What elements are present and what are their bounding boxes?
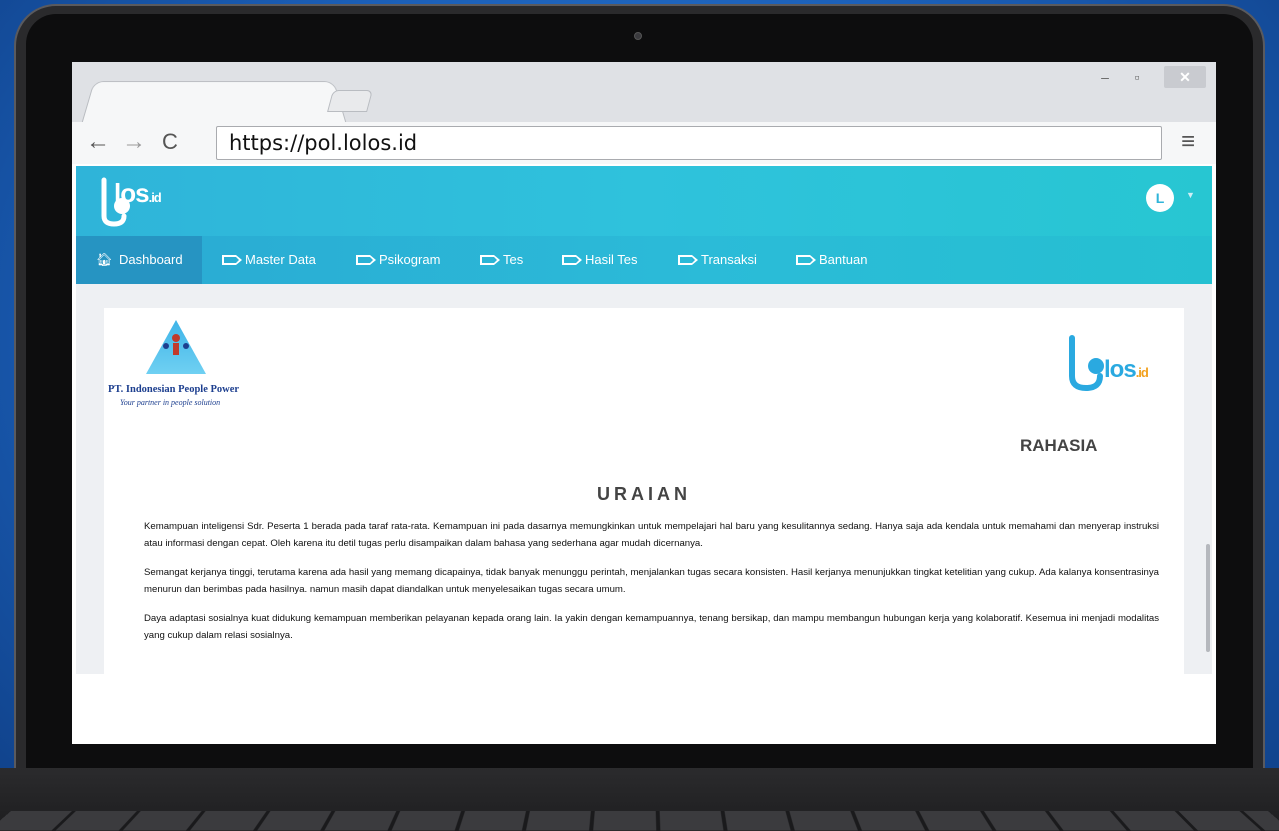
browser-tab[interactable] bbox=[81, 81, 347, 123]
address-bar[interactable]: https://pol.lolos.id bbox=[216, 126, 1162, 160]
close-button[interactable]: ✕ bbox=[1164, 66, 1206, 88]
app-header: los.id L ▼ bbox=[76, 166, 1212, 236]
minimize-button[interactable]: – bbox=[1092, 66, 1118, 88]
section-title: URAIAN bbox=[597, 484, 691, 504]
keyboard-row bbox=[0, 810, 1279, 831]
lolos-brand-mark-icon bbox=[1069, 335, 1104, 392]
main-nav: 🏠︎ Dashboard Master Data Psikogram Tes Ha… bbox=[76, 236, 1212, 284]
browser-window: – ▫ ✕ ← → C https://pol.lolos.id ≡ los.i… bbox=[72, 62, 1216, 744]
tag-icon bbox=[356, 255, 376, 265]
report-paragraph: Daya adaptasi sosialnya kuat didukung ke… bbox=[144, 613, 1159, 641]
tag-icon bbox=[222, 255, 242, 265]
nav-item-transaksi[interactable]: Transaksi bbox=[658, 236, 757, 284]
home-icon: 🏠︎ bbox=[96, 252, 113, 267]
scrollbar[interactable] bbox=[1206, 544, 1210, 652]
back-arrow-icon[interactable]: ← bbox=[84, 128, 112, 158]
company-tagline: Your partner in people solution bbox=[120, 398, 221, 407]
tag-icon bbox=[796, 255, 816, 265]
nav-item-dashboard[interactable]: 🏠︎ Dashboard bbox=[76, 236, 202, 284]
company-logo: PT. Indonesian People Power Your partner… bbox=[104, 316, 264, 407]
ipp-triangle-icon bbox=[146, 320, 206, 374]
maximize-button[interactable]: ▫ bbox=[1124, 66, 1150, 88]
tag-icon bbox=[480, 255, 500, 265]
tab-strip: – ▫ ✕ bbox=[72, 62, 1216, 123]
nav-item-tes[interactable]: Tes bbox=[460, 236, 523, 284]
report-paragraph: Semangat kerjanya tinggi, terutama karen… bbox=[144, 567, 1159, 595]
confidential-label: RAHASIA bbox=[1020, 436, 1098, 455]
nav-item-hasil-tes[interactable]: Hasil Tes bbox=[542, 236, 638, 284]
logo-text: los.id bbox=[114, 178, 162, 208]
user-avatar[interactable]: L bbox=[1146, 184, 1174, 212]
chevron-down-icon[interactable]: ▼ bbox=[1186, 190, 1195, 200]
nav-item-master-data[interactable]: Master Data bbox=[202, 236, 316, 284]
new-tab-button[interactable] bbox=[327, 90, 373, 112]
nav-item-bantuan[interactable]: Bantuan bbox=[776, 236, 867, 284]
tag-icon bbox=[562, 255, 582, 265]
company-name: PT. Indonesian People Power bbox=[108, 384, 240, 395]
report-document: PT. Indonesian People Power Your partner… bbox=[104, 308, 1184, 674]
report-paragraph: Kemampuan inteligensi Sdr. Peserta 1 ber… bbox=[144, 521, 1159, 549]
forward-arrow-icon[interactable]: → bbox=[120, 128, 148, 158]
tag-icon bbox=[678, 255, 698, 265]
reload-icon[interactable]: C bbox=[156, 128, 184, 158]
webcam-icon bbox=[634, 32, 642, 40]
menu-icon[interactable]: ≡ bbox=[1174, 128, 1202, 156]
brand-logo-text: los.id bbox=[1104, 356, 1149, 383]
nav-item-psikogram[interactable]: Psikogram bbox=[336, 236, 440, 284]
